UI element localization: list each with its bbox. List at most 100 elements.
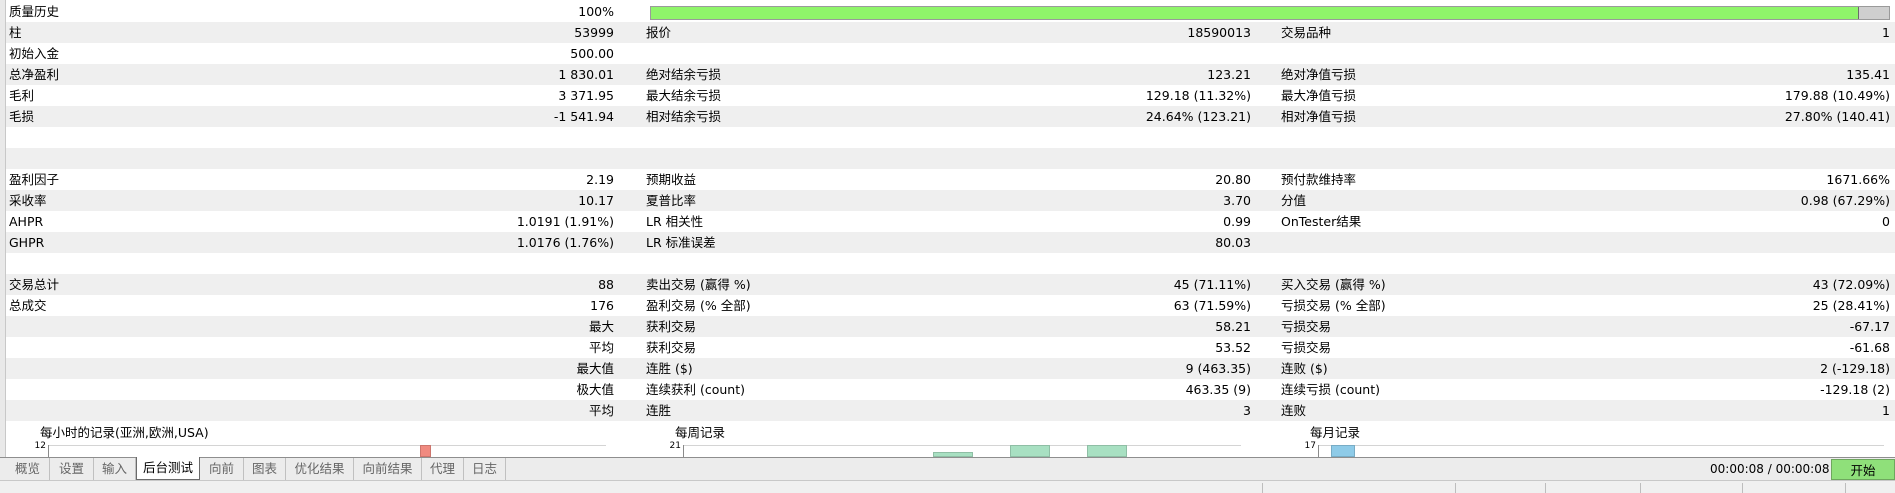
stat-label: GHPR	[9, 235, 45, 250]
stat-value: 135.41	[1846, 67, 1890, 82]
stat-value	[1581, 43, 1890, 64]
tab-4[interactable]: 向前	[200, 458, 244, 480]
tab-8[interactable]: 代理	[422, 458, 464, 480]
stat-label	[646, 43, 946, 64]
elapsed-timer: 00:00:08 / 00:00:08	[1710, 462, 1830, 476]
stat-value: 最大	[588, 319, 614, 334]
stats-row	[6, 127, 1895, 148]
stat-value	[1581, 148, 1890, 169]
status-divider	[1742, 483, 1743, 493]
stat-value: 1671.66%	[1826, 172, 1890, 187]
monthly-chart-ytick: 17	[1304, 441, 1316, 451]
stat-label	[9, 400, 199, 421]
stat-label: 盈利因子	[9, 172, 60, 187]
stats-row: 毛损 -1 541.94 相对结余亏损 24.64% (123.21) 相对净值亏损 27…	[6, 106, 1895, 127]
hourly-chart-bar	[420, 445, 431, 457]
stat-label: 连败	[1281, 403, 1307, 418]
stat-label: LR 相关性	[646, 214, 704, 229]
weekly-chart-gridline	[683, 445, 1241, 446]
stat-label	[646, 127, 946, 148]
hourly-chart-title: 每小时的记录(亚洲,欧洲,USA)	[40, 425, 209, 440]
status-divider	[1262, 483, 1263, 493]
stat-value: 极大值	[576, 382, 614, 397]
monthly-chart-title: 每月记录	[1310, 425, 1361, 440]
stat-label: 最大净值亏损	[1281, 88, 1357, 103]
stat-label: 相对结余亏损	[646, 109, 722, 124]
stat-label	[646, 253, 946, 274]
stat-value: 463.35 (9)	[1185, 382, 1251, 397]
stat-value	[196, 148, 614, 169]
stat-label: 连续获利 (count)	[646, 382, 745, 397]
tab-3[interactable]: 后台测试	[136, 457, 200, 480]
stat-value: 2 (-129.18)	[1820, 361, 1890, 376]
stat-value: 1	[1882, 403, 1890, 418]
stats-row: 极大值 连续获利 (count) 463.35 (9) 连续亏损 (count) -12…	[6, 379, 1895, 400]
stat-label: 连续亏损 (count)	[1281, 382, 1380, 397]
stats-row	[6, 253, 1895, 274]
stats-row: GHPR 1.0176 (1.76%) LR 标准误差 80.03	[6, 232, 1895, 253]
monthly-chart-gridline	[1318, 445, 1884, 446]
stat-value: 平均	[588, 403, 614, 418]
stats-row: 平均 获利交易 53.52 亏损交易 -61.68	[6, 337, 1895, 358]
stat-label: AHPR	[9, 214, 44, 229]
stats-row: 初始入金 500.00	[6, 43, 1895, 64]
stats-row: 柱 53999 报价 18590013 交易品种 1	[6, 22, 1895, 43]
weekly-chart-axis	[683, 445, 684, 457]
stat-value: 1 830.01	[558, 67, 614, 82]
quality-progress-bar	[650, 6, 1890, 20]
stat-value: 1.0191 (1.91%)	[516, 214, 614, 229]
stats-row: 平均 连胜 3 连败 1	[6, 400, 1895, 421]
stat-label	[9, 379, 199, 400]
stat-value: 176	[590, 298, 614, 313]
status-divider	[1845, 483, 1846, 493]
tab-9[interactable]: 日志	[464, 458, 506, 480]
stat-value: 25 (28.41%)	[1812, 298, 1890, 313]
stat-value: 最大值	[576, 361, 614, 376]
start-button[interactable]: 开始	[1831, 459, 1895, 480]
stat-value: 3.70	[1223, 193, 1251, 208]
stat-value: 58.21	[1215, 319, 1251, 334]
backtest-report: 质量历史 100% 柱 53999 报价 18590013 交易品种 1 初始入金 500.0…	[0, 0, 1895, 457]
stat-value: 129.18 (11.32%)	[1145, 88, 1251, 103]
stat-label: 最大结余亏损	[646, 88, 722, 103]
stat-label: 毛损	[9, 109, 35, 124]
stat-label	[9, 148, 199, 169]
tab-0[interactable]: 概览	[6, 458, 50, 480]
stat-label: 亏损交易 (% 全部)	[1281, 298, 1386, 313]
stat-label: 连败 ($)	[1281, 361, 1328, 376]
weekly-chart-bar	[1087, 445, 1127, 457]
stat-label: 交易品种	[1281, 25, 1332, 40]
stat-value: 10.17	[578, 193, 614, 208]
stat-value	[1581, 253, 1890, 274]
stat-label: 初始入金	[9, 46, 60, 61]
stat-value	[1581, 232, 1890, 253]
hourly-chart-gridline	[48, 445, 606, 446]
stat-label: 预期收益	[646, 172, 697, 187]
quality-value: 100%	[578, 4, 614, 19]
stat-label: 连胜	[646, 403, 672, 418]
stat-value: 45 (71.11%)	[1173, 277, 1251, 292]
stat-value: 80.03	[1215, 235, 1251, 250]
monthly-chart: 每月记录 17	[1276, 420, 1886, 457]
hourly-chart: 每小时的记录(亚洲,欧洲,USA) 12	[6, 420, 606, 457]
stat-value	[196, 253, 614, 274]
tab-6[interactable]: 优化结果	[286, 458, 354, 480]
stat-label	[9, 337, 199, 358]
weekly-chart: 每周记录 21	[641, 420, 1241, 457]
tab-1[interactable]: 设置	[50, 458, 94, 480]
stat-label	[9, 253, 199, 274]
stat-label	[1281, 232, 1581, 253]
stat-label: OnTester结果	[1281, 214, 1362, 229]
stat-label: 预付款维持率	[1281, 172, 1357, 187]
status-divider	[1640, 483, 1641, 493]
tab-7[interactable]: 向前结果	[354, 458, 422, 480]
stat-value: -129.18 (2)	[1820, 382, 1890, 397]
stats-row: 交易总计 88 卖出交易 (赢得 %) 45 (71.11%) 买入交易 (赢得 %) 4…	[6, 274, 1895, 295]
tab-2[interactable]: 输入	[94, 458, 136, 480]
stat-label	[1281, 253, 1581, 274]
stat-label	[9, 358, 199, 379]
stat-label	[1281, 127, 1581, 148]
stat-label: 绝对结余亏损	[646, 67, 722, 82]
tab-5[interactable]: 图表	[244, 458, 286, 480]
stat-value: 27.80% (140.41)	[1784, 109, 1890, 124]
